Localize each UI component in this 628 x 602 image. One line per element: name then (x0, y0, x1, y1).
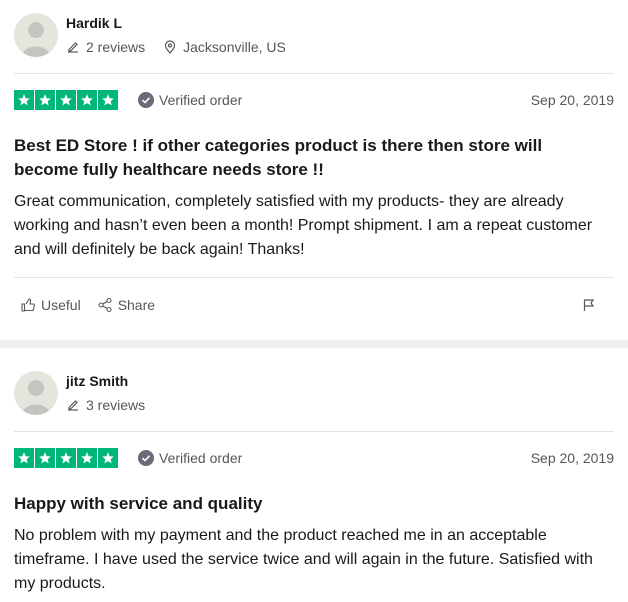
divider (14, 277, 614, 278)
review-date: Sep 20, 2019 (530, 92, 614, 108)
divider (14, 73, 614, 74)
reviewer-meta: 2 reviews Jacksonville, US (66, 39, 286, 55)
star-icon (35, 90, 55, 110)
star-rating (14, 448, 119, 468)
review-title[interactable]: Best ED Store ! if other categories prod… (14, 134, 598, 182)
useful-button[interactable]: Useful (20, 297, 81, 313)
verified-label: Verified order (159, 450, 243, 466)
location: Jacksonville, US (163, 39, 286, 55)
divider (14, 431, 614, 432)
pencil-icon (66, 398, 80, 412)
review-card: Hardik L 2 reviews Jacksonville, US Veri… (0, 0, 628, 340)
review-count: 2 reviews (86, 39, 146, 55)
reviewer-meta: 3 reviews (66, 397, 145, 413)
verified-order[interactable]: Verified order (138, 450, 242, 466)
star-icon (35, 448, 55, 468)
avatar[interactable] (14, 371, 58, 415)
avatar[interactable] (14, 13, 58, 57)
star-icon (77, 90, 97, 110)
star-icon (14, 90, 34, 110)
review-separator (0, 340, 628, 348)
pencil-icon (66, 40, 80, 54)
review-body: No problem with my payment and the produ… (14, 527, 593, 592)
share-button[interactable]: Share (97, 297, 155, 313)
verified-order[interactable]: Verified order (138, 92, 242, 108)
review-actions: Useful Share (20, 297, 171, 313)
location-text: Jacksonville, US (183, 39, 286, 55)
reviewer-name[interactable]: jitz Smith (66, 373, 128, 389)
check-circle-icon (138, 92, 154, 108)
thumbs-up-icon (20, 297, 36, 313)
star-icon (77, 448, 97, 468)
star-icon (56, 448, 76, 468)
check-circle-icon (138, 450, 154, 466)
review-title[interactable]: Happy with service and quality (14, 492, 598, 516)
reviewer-name[interactable]: Hardik L (66, 15, 122, 31)
review-body: Great communication, completely satisfie… (14, 193, 593, 258)
share-icon (97, 297, 113, 313)
star-icon (98, 90, 118, 110)
location-pin-icon (163, 40, 177, 54)
verified-label: Verified order (159, 92, 243, 108)
star-icon (14, 448, 34, 468)
review-card: jitz Smith 3 reviews Verified order Sep … (0, 348, 628, 602)
star-rating (14, 90, 119, 110)
review-count: 3 reviews (86, 397, 146, 413)
share-label: Share (117, 297, 156, 313)
useful-label: Useful (41, 297, 81, 313)
review-date: Sep 20, 2019 (530, 450, 614, 466)
star-icon (98, 448, 118, 468)
star-icon (56, 90, 76, 110)
flag-icon[interactable] (582, 298, 596, 312)
